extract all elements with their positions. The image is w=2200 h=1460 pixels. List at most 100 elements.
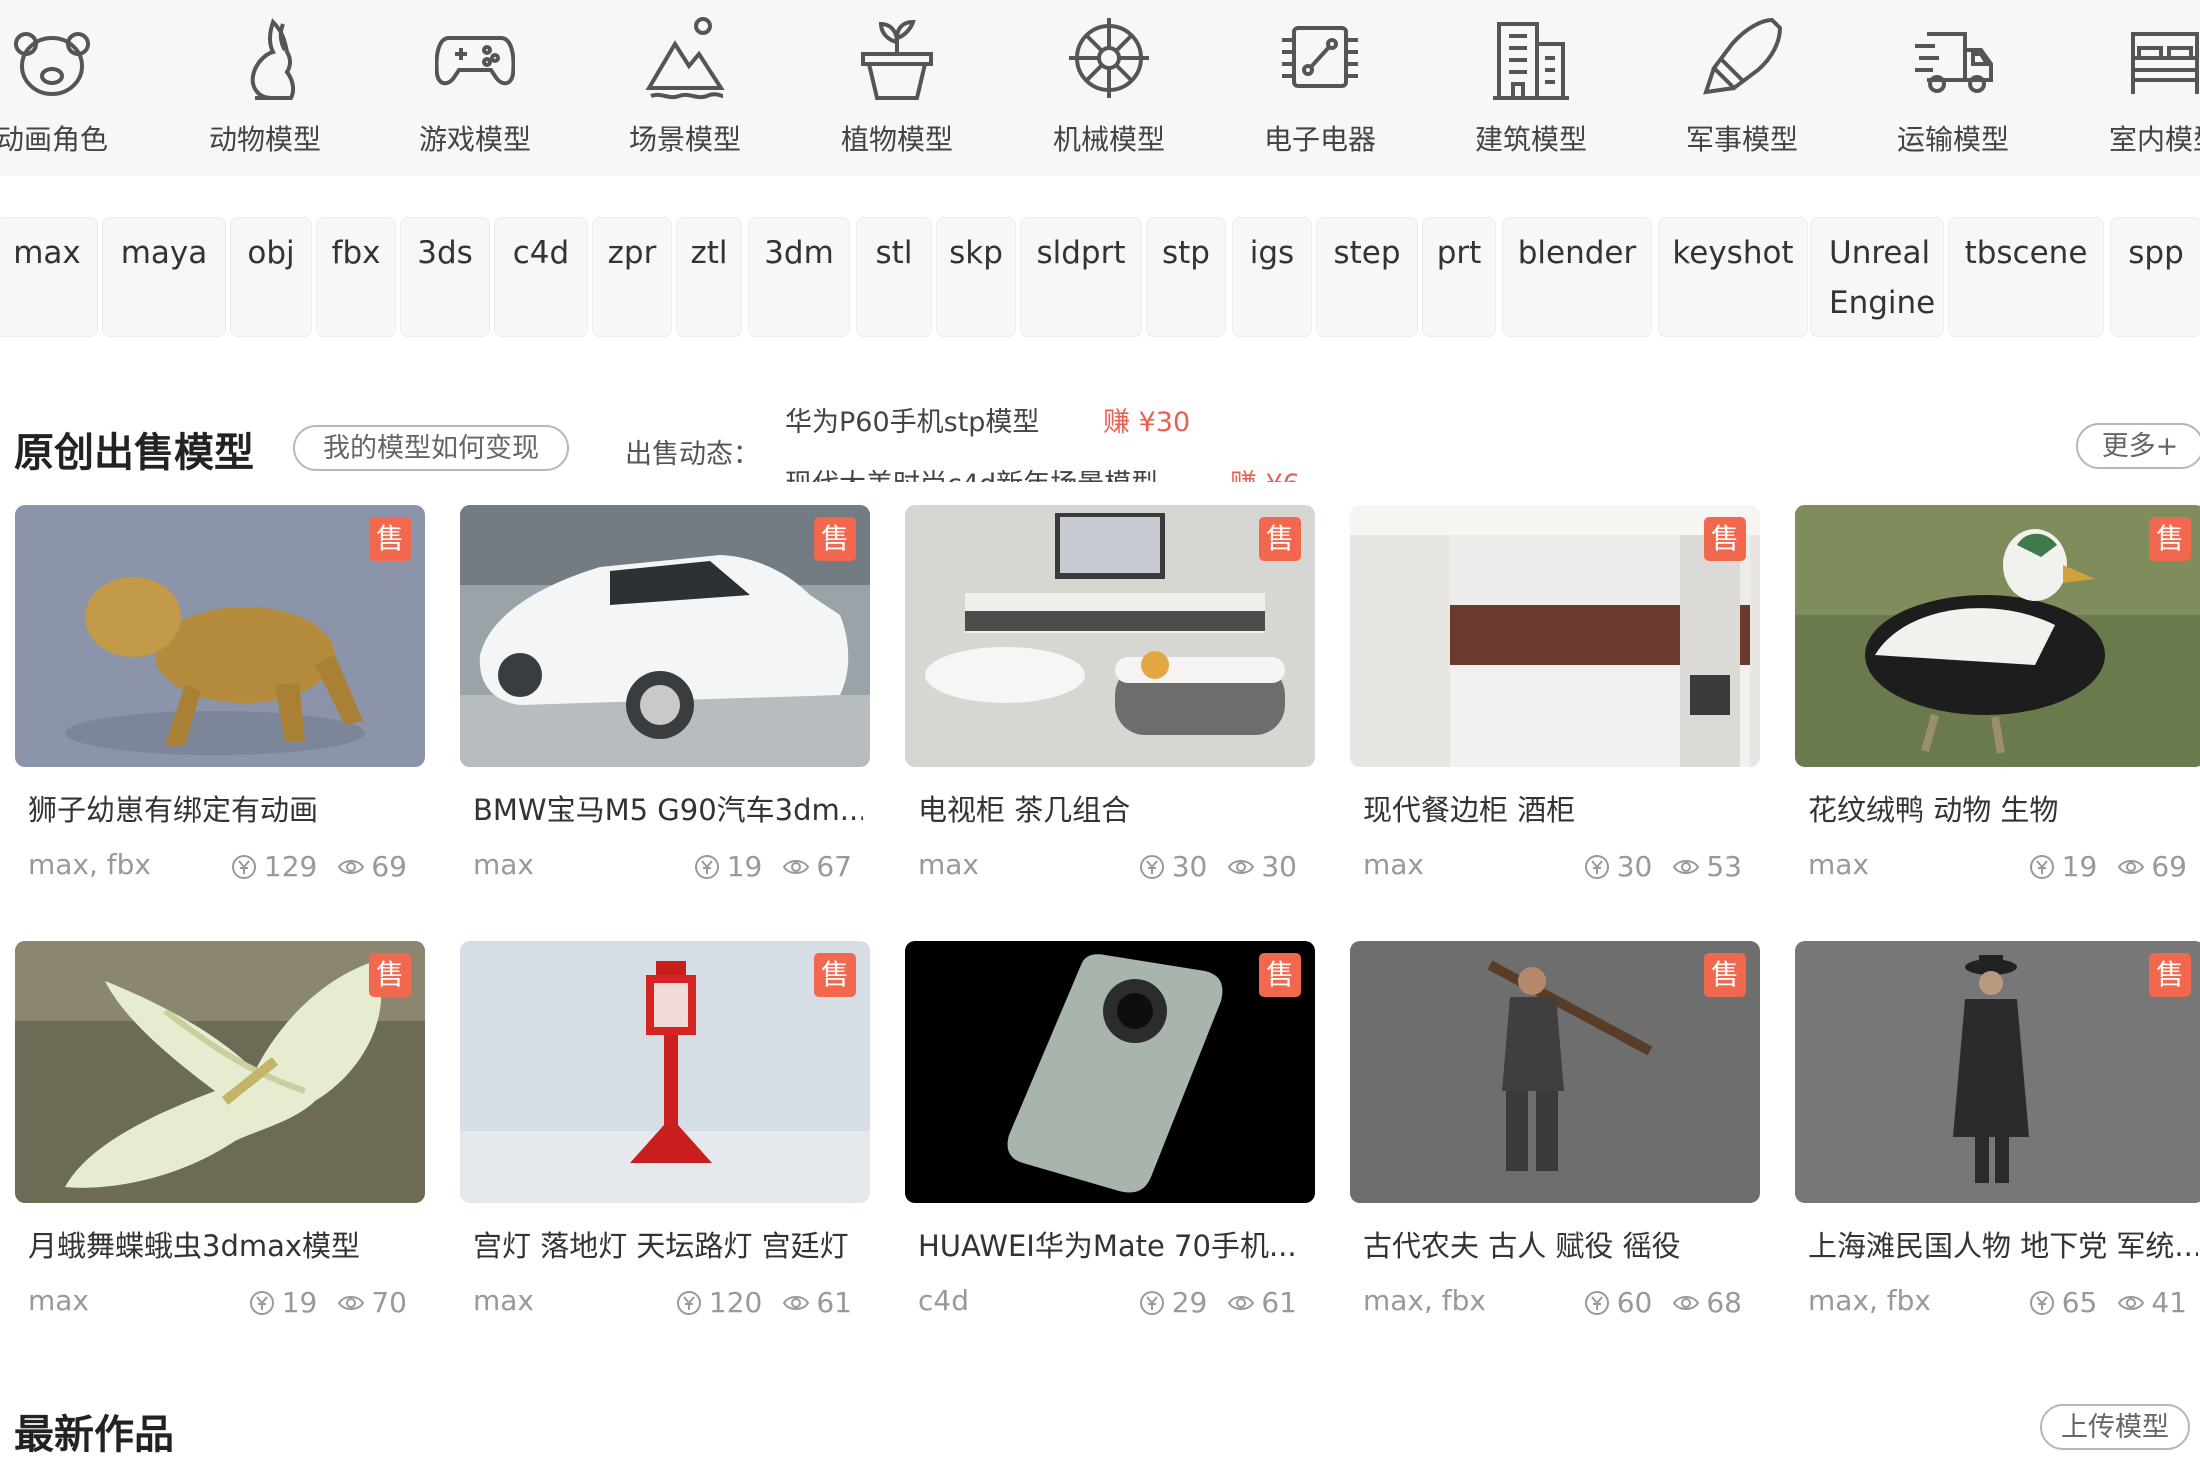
model-card[interactable]: 售 狮子幼崽有绑定有动画 max, fbx 129 69 [15, 505, 425, 905]
bear-icon [14, 32, 90, 96]
views-value: 30 [1261, 850, 1297, 883]
ticker-earning: 赚 ¥6 [1230, 462, 1300, 482]
model-title[interactable]: 电视柜 茶几组合 [918, 787, 1308, 829]
model-card[interactable]: 售 花纹绒鸭 动物 生物 max 19 69 [1795, 505, 2200, 905]
model-thumbnail[interactable]: 售 [1795, 505, 2200, 767]
model-card[interactable]: 售 HUAWEI华为Mate 70手机... c4d 29 61 [905, 941, 1315, 1341]
model-card[interactable]: 售 上海滩民国人物 地下党 军统... max, fbx 65 41 [1795, 941, 2200, 1341]
category-item-animal[interactable]: 动物模型 [180, 0, 350, 176]
eye-icon [783, 1295, 810, 1310]
category-label: 电子电器 [1263, 123, 1376, 156]
upload-model-button[interactable]: 上传模型 [2040, 1404, 2190, 1450]
model-title[interactable]: 狮子幼崽有绑定有动画 [28, 787, 418, 829]
model-title[interactable]: BMW宝马M5 G90汽车3dm... [473, 787, 863, 829]
eye-icon [338, 1295, 365, 1310]
category-item-plant[interactable]: 植物模型 [812, 0, 982, 176]
model-stats: 19 69 [2028, 850, 2187, 883]
eye-icon [783, 859, 810, 874]
model-title[interactable]: 花纹绒鸭 动物 生物 [1808, 787, 2198, 829]
category-item-architecture[interactable]: 建筑模型 [1446, 0, 1616, 176]
category-item-game[interactable]: 游戏模型 [390, 0, 560, 176]
format-tag-keyshot[interactable]: keyshot [1658, 217, 1808, 337]
price-value: 29 [1171, 1286, 1208, 1319]
model-card[interactable]: 售 宫灯 落地灯 天坛路灯 宫廷灯 max 120 61 [460, 941, 870, 1341]
model-title[interactable]: 上海滩民国人物 地下党 军统... [1808, 1223, 2198, 1265]
ticker-row[interactable]: 华为P60手机stp模型 赚 ¥30 [785, 408, 1345, 438]
sale-badge: 售 [814, 517, 856, 561]
model-title[interactable]: 宫灯 落地灯 天坛路灯 宫廷灯 [473, 1223, 863, 1265]
how-to-monetize-button[interactable]: 我的模型如何变现 [293, 425, 569, 471]
model-thumbnail[interactable]: 售 [1350, 941, 1760, 1203]
format-tag-tbscene[interactable]: tbscene [1948, 217, 2104, 337]
sale-badge: 售 [369, 953, 411, 997]
format-tag-igs[interactable]: igs [1232, 217, 1312, 337]
model-formats: max [473, 1284, 535, 1317]
category-item-military[interactable]: 军事模型 [1657, 0, 1827, 176]
ticker-earning: 赚 ¥30 [1103, 408, 1191, 438]
format-tag-obj[interactable]: obj [230, 217, 312, 337]
price-value: 19 [2061, 850, 2098, 883]
sale-badge: 售 [1704, 953, 1746, 997]
format-tag-stl[interactable]: stl [856, 217, 932, 337]
format-tag-zpr[interactable]: zpr [592, 217, 672, 337]
views-value: 70 [371, 1286, 407, 1319]
category-item-transport[interactable]: 运输模型 [1868, 0, 2038, 176]
category-item-interior[interactable]: 室内模型 [2080, 0, 2200, 176]
model-thumbnail[interactable]: 售 [1350, 505, 1760, 767]
category-item-machinery[interactable]: 机械模型 [1024, 0, 1194, 176]
sale-badge: 售 [2149, 517, 2191, 561]
format-tag-spp[interactable]: spp [2110, 217, 2200, 337]
format-tag-unreal-engine[interactable]: Unreal Engine [1810, 217, 1944, 337]
format-tag-ztl[interactable]: ztl [676, 217, 742, 337]
model-title[interactable]: HUAWEI华为Mate 70手机... [918, 1223, 1308, 1265]
model-thumbnail[interactable]: 售 [460, 505, 870, 767]
format-tag-c4d[interactable]: c4d [494, 217, 588, 337]
eye-icon [1673, 1295, 1700, 1310]
format-tag-blender[interactable]: blender [1502, 217, 1652, 337]
format-tag-skp[interactable]: skp [936, 217, 1016, 337]
views-value: 53 [1706, 850, 1742, 883]
model-thumbnail[interactable]: 售 [905, 941, 1315, 1203]
coin-icon [2029, 1290, 2054, 1315]
coin-icon [2029, 854, 2054, 879]
category-item-animation[interactable]: 动画角色 [0, 0, 137, 176]
format-tag-prt[interactable]: prt [1422, 217, 1496, 337]
eye-icon [338, 859, 365, 874]
format-tag-maya[interactable]: maya [102, 217, 226, 337]
model-card[interactable]: 售 BMW宝马M5 G90汽车3dm... max 19 67 [460, 505, 870, 905]
format-tag-sldprt[interactable]: sldprt [1020, 217, 1142, 337]
model-card[interactable]: 售 古代农夫 古人 赋役 徭役 max, fbx 60 68 [1350, 941, 1760, 1341]
model-card[interactable]: 售 月蛾舞蝶蛾虫3dmax模型 max 19 70 [15, 941, 425, 1341]
more-button[interactable]: 更多+ [2076, 423, 2200, 469]
eider-duck-image [1795, 505, 2200, 767]
model-thumbnail[interactable]: 售 [15, 505, 425, 767]
price-value: 30 [1171, 850, 1208, 883]
rabbit-icon [250, 18, 296, 100]
format-tag-3ds[interactable]: 3ds [400, 217, 490, 337]
price-value: 120 [708, 1286, 763, 1319]
format-tag-stp[interactable]: stp [1146, 217, 1226, 337]
model-thumbnail[interactable]: 售 [905, 505, 1315, 767]
model-title[interactable]: 古代农夫 古人 赋役 徭役 [1363, 1223, 1753, 1265]
category-item-electronics[interactable]: 电子电器 [1235, 0, 1405, 176]
model-title[interactable]: 现代餐边柜 酒柜 [1363, 787, 1753, 829]
model-card[interactable]: 售 电视柜 茶几组合 max 30 30 [905, 505, 1315, 905]
format-tag-3dm[interactable]: 3dm [748, 217, 850, 337]
format-tag-fbx[interactable]: fbx [316, 217, 396, 337]
model-formats: max, fbx [1363, 1284, 1487, 1317]
model-thumbnail[interactable]: 售 [15, 941, 425, 1203]
format-tag-max[interactable]: max [0, 217, 98, 337]
model-thumbnail[interactable]: 售 [460, 941, 870, 1203]
sales-ticker: 华为P60手机stp模型 赚 ¥30 现代大美时尚c4d新年场景模型 赚 ¥6 [785, 408, 1345, 482]
sale-badge: 售 [1704, 517, 1746, 561]
ticker-row[interactable]: 现代大美时尚c4d新年场景模型 赚 ¥6 [785, 462, 1345, 482]
category-item-scene[interactable]: 场景模型 [600, 0, 770, 176]
section-title-latest: 最新作品 [14, 1412, 174, 1458]
huawei-phone-image [905, 941, 1315, 1203]
model-stats: 29 61 [1138, 1286, 1297, 1319]
model-title[interactable]: 月蛾舞蝶蛾虫3dmax模型 [28, 1223, 418, 1265]
model-card[interactable]: 售 现代餐边柜 酒柜 max 30 53 [1350, 505, 1760, 905]
model-thumbnail[interactable]: 售 [1795, 941, 2200, 1203]
truck-icon [1915, 32, 1993, 93]
format-tag-step[interactable]: step [1316, 217, 1418, 337]
